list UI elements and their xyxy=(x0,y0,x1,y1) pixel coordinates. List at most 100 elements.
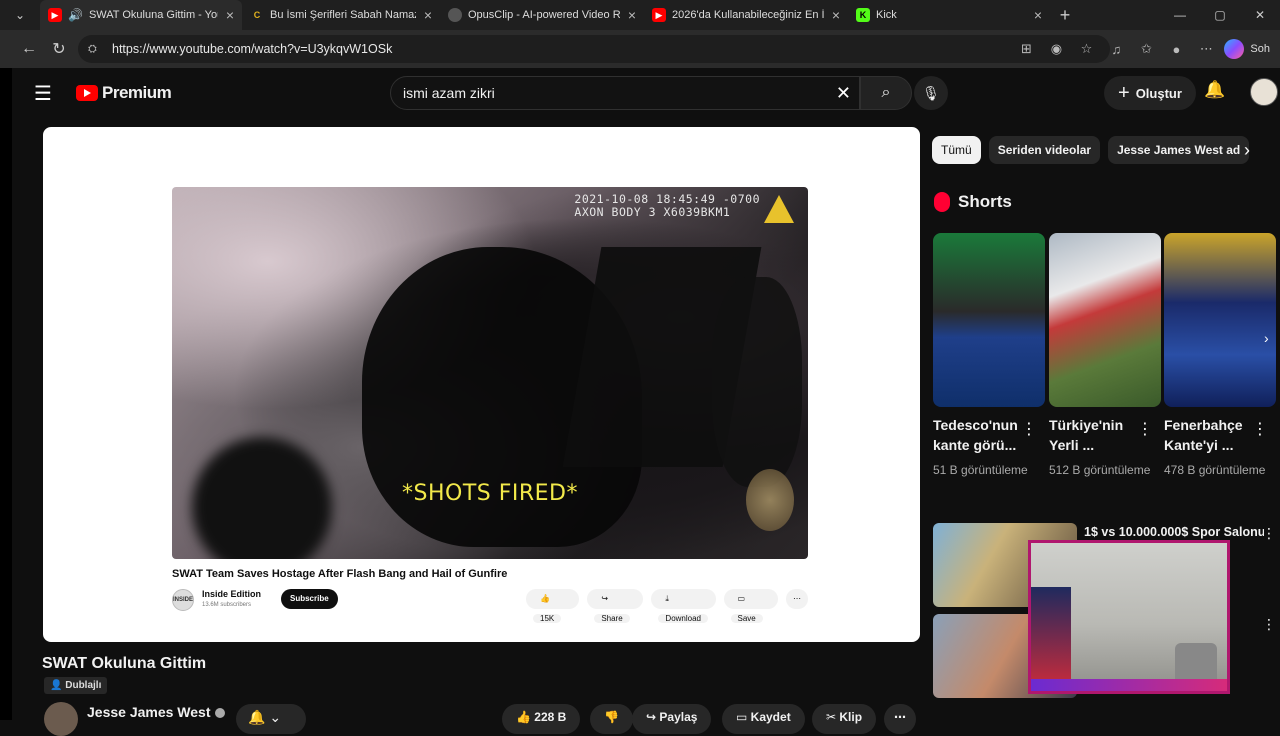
browser-tab-kick[interactable]: K Kick × xyxy=(848,0,1050,30)
maximize-icon[interactable]: ▢ xyxy=(1200,0,1240,30)
tracking-icon[interactable]: ◉ xyxy=(1044,41,1068,57)
browser-tab-opusclip[interactable]: OpusClip - AI-powered Video Rep × xyxy=(440,0,644,30)
subscribed-notifications-button[interactable]: 🔔 ⌄ xyxy=(236,704,306,734)
more-icon: ⋯ xyxy=(894,710,906,724)
save-button[interactable]: ▭ Kaydet xyxy=(722,704,805,734)
browser-tab-2026[interactable]: ▶ 2026'da Kullanabileceğiniz En İyi Ü × xyxy=(644,0,848,30)
close-window-icon[interactable]: ✕ xyxy=(1240,0,1280,30)
embedded-channel-row: INSIDE Inside Edition 13.6M subscribers … xyxy=(172,587,808,623)
hamburger-menu-icon[interactable]: ☰ xyxy=(34,81,70,106)
apps-icon[interactable]: ⊞ xyxy=(1014,41,1038,57)
favorites-icon[interactable]: ✩ xyxy=(1134,41,1158,57)
search-query: ismi azam zikri xyxy=(403,85,495,101)
more-vert-icon[interactable]: ⋮ xyxy=(1021,419,1037,439)
browser-tab-isim[interactable]: C Bu İsmi Şerifleri Sabah Namazından × xyxy=(242,0,440,30)
short-item[interactable]: Türkiye'nin Yerli ... 512 B görüntüleme … xyxy=(1049,233,1161,479)
download-icon: ⤓ xyxy=(658,594,676,603)
scissors-icon: ✂ xyxy=(826,710,840,724)
clear-search-icon[interactable]: ✕ xyxy=(836,83,851,104)
create-label: Oluştur xyxy=(1135,85,1182,101)
browser-tab-youtube[interactable]: ▶ 🔊 SWAT Okuluna Gittim - YouTube × xyxy=(40,0,242,30)
like-button[interactable]: 👍 228 B xyxy=(502,704,581,734)
short-title[interactable]: Türkiye'nin Yerli ... xyxy=(1049,415,1139,455)
shorts-next-icon[interactable]: › xyxy=(1264,330,1269,346)
search-input[interactable]: ismi azam zikri ✕ xyxy=(390,76,860,110)
more-vert-icon[interactable]: ⋮ xyxy=(1262,616,1276,633)
shorts-title: Shorts xyxy=(958,192,1012,211)
clip-button[interactable]: ✂ Klip xyxy=(812,704,877,734)
close-tab-icon[interactable]: × xyxy=(226,7,234,23)
minimize-icon[interactable]: — xyxy=(1160,0,1200,30)
search-button[interactable]: ⌕ xyxy=(860,76,912,110)
more-vert-icon[interactable]: ⋮ xyxy=(1262,525,1276,542)
youtube-play-logo-icon xyxy=(76,85,98,101)
profile-icon[interactable]: ● xyxy=(1164,42,1188,57)
short-views: 478 B görüntüleme xyxy=(1164,463,1266,477)
channel-row: Jesse James West 🔔 ⌄ 👍 228 B 👎 ↪ Paylaş … xyxy=(42,700,922,736)
share-button[interactable]: ↪ Paylaş xyxy=(632,704,712,734)
dislike-button[interactable]: 👎 xyxy=(590,704,633,734)
recommended-title[interactable]: 1$ vs 10.000.000$ Spor Salonu! xyxy=(1084,525,1264,539)
site-info-icon[interactable]: ⛭ xyxy=(88,43,102,56)
profile-label[interactable]: Soh xyxy=(1250,43,1270,55)
reload-icon[interactable]: ↻ xyxy=(44,39,74,59)
tab-list-chevron-icon[interactable]: ⌄ xyxy=(0,0,40,30)
short-item[interactable]: Fenerbahçe Kante'yi ... 478 B görüntülem… xyxy=(1164,233,1276,479)
short-thumbnail[interactable] xyxy=(1164,233,1276,407)
shorts-shelf: Tedesco'nun kante görü... 51 B görüntüle… xyxy=(933,233,1280,503)
bookmark-icon: ▭ xyxy=(730,594,753,603)
short-title[interactable]: Fenerbahçe Kante'yi ... xyxy=(1164,415,1254,455)
more-actions-button[interactable]: ⋯ xyxy=(884,704,916,734)
embedded-video-title: SWAT Team Saves Hostage After Flash Bang… xyxy=(172,568,508,580)
chip-all[interactable]: Tümü xyxy=(932,136,981,164)
more-vert-icon[interactable]: ⋮ xyxy=(1137,419,1153,439)
new-tab-button[interactable]: + xyxy=(1050,5,1080,26)
short-thumbnail[interactable] xyxy=(1049,233,1161,407)
bodycam-hud: 2021-10-08 18:45:49 -0700 AXON BODY 3 X6… xyxy=(574,193,760,219)
youtube-premium-logo[interactable]: Premium xyxy=(76,83,172,103)
close-tab-icon[interactable]: × xyxy=(628,7,636,23)
close-tab-icon[interactable]: × xyxy=(832,7,840,23)
favorite-star-icon[interactable]: ☆ xyxy=(1074,41,1098,57)
close-tab-icon[interactable]: × xyxy=(1034,7,1042,23)
more-vert-icon[interactable]: ⋮ xyxy=(1252,419,1268,439)
embedded-save: ▭ Save xyxy=(723,589,778,623)
window-controls: — ▢ ✕ xyxy=(1160,0,1280,30)
short-thumbnail[interactable] xyxy=(933,233,1045,407)
embedded-subscriber-count: 13.6M subscribers xyxy=(202,602,252,608)
url-field[interactable]: ⛭ https://www.youtube.com/watch?v=U3ykqv… xyxy=(78,35,1110,63)
back-arrow-icon[interactable]: ← xyxy=(14,40,44,58)
channel-name[interactable]: Jesse James West xyxy=(87,704,225,720)
chip-channel[interactable]: Jesse James West ad xyxy=(1108,136,1250,164)
left-gutter xyxy=(0,68,12,720)
extensions-icon[interactable]: ♫ xyxy=(1104,42,1128,57)
share-icon: ↪ xyxy=(594,594,616,603)
thumbs-up-icon: 👍 xyxy=(516,710,535,724)
notifications-bell-icon[interactable]: 🔔 xyxy=(1204,80,1225,100)
channel-avatar[interactable] xyxy=(44,702,78,736)
short-title[interactable]: Tedesco'nun kante görü... xyxy=(933,415,1023,455)
tab-title: 2026'da Kullanabileceğiniz En İyi Ü xyxy=(672,9,824,21)
search-icon: ⌕ xyxy=(881,84,891,101)
kick-icon: K xyxy=(856,8,870,22)
webcam-object xyxy=(1175,643,1217,683)
create-button[interactable]: + Oluştur xyxy=(1104,76,1196,110)
embedded-share: ↪ Share xyxy=(587,589,644,623)
more-options-icon[interactable]: ⋯ xyxy=(1194,41,1218,57)
voice-search-button[interactable]: 🎙 xyxy=(914,76,948,110)
chevron-right-icon[interactable]: › xyxy=(1244,140,1250,161)
microphone-icon: 🎙 xyxy=(922,84,940,101)
copilot-icon[interactable] xyxy=(1224,39,1245,59)
webcam-person xyxy=(1031,587,1071,685)
speaker-icon[interactable]: 🔊 xyxy=(68,8,83,22)
short-item[interactable]: Tedesco'nun kante görü... 51 B görüntüle… xyxy=(933,233,1045,479)
close-tab-icon[interactable]: × xyxy=(424,7,432,23)
share-icon: ↪ xyxy=(646,710,660,724)
account-avatar[interactable] xyxy=(1250,78,1278,106)
video-player[interactable]: 2021-10-08 18:45:49 -0700 AXON BODY 3 X6… xyxy=(43,127,920,642)
opusclip-icon xyxy=(448,8,462,22)
inside-edition-logo[interactable]: INSIDE xyxy=(172,589,194,611)
video-frame[interactable]: 2021-10-08 18:45:49 -0700 AXON BODY 3 X6… xyxy=(172,187,808,559)
person-icon: 👤 xyxy=(50,680,63,691)
chip-series[interactable]: Seriden videolar xyxy=(988,136,1101,164)
